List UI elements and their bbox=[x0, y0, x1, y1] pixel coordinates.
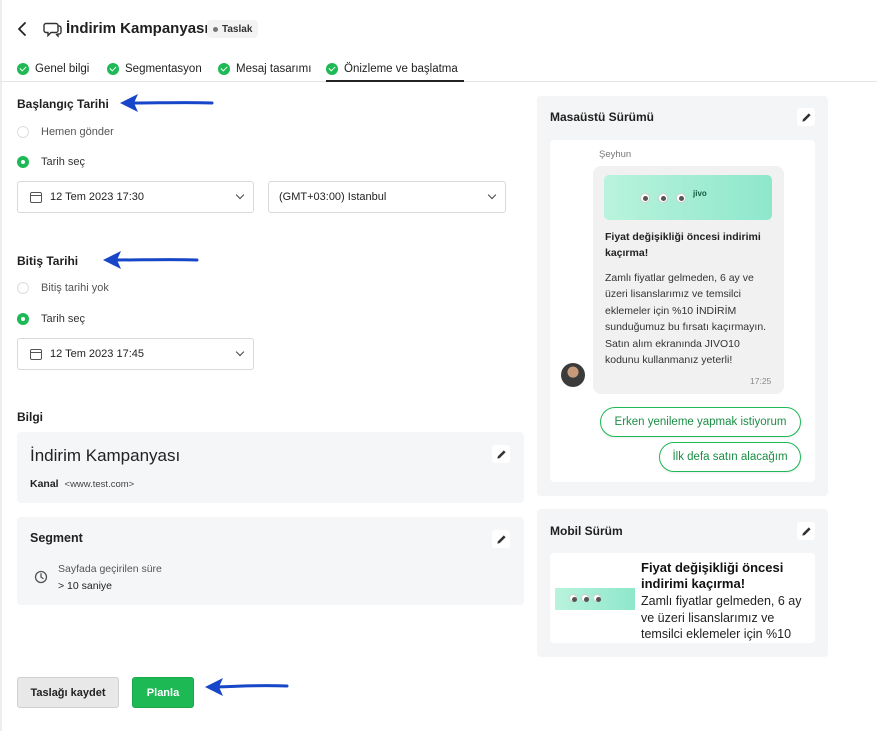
radio-selected-icon bbox=[17, 313, 29, 325]
timezone-select[interactable]: (GMT+03:00) Istanbul bbox=[268, 181, 506, 213]
radio-label: Hemen gönder bbox=[41, 126, 114, 138]
radio-label: Bitiş tarihi yok bbox=[41, 282, 109, 294]
check-circle-icon bbox=[107, 63, 119, 75]
radio-no-end-date[interactable]: Bitiş tarihi yok bbox=[17, 282, 109, 294]
banner-avatar-icon bbox=[658, 193, 668, 203]
edit-desktop-button[interactable] bbox=[797, 108, 815, 126]
tab-label: Önizleme ve başlatma bbox=[344, 62, 458, 75]
info-title: Bilgi bbox=[17, 410, 43, 424]
campaign-name: İndirim Kampanyası bbox=[30, 446, 181, 465]
banner-brand: jivo bbox=[693, 189, 707, 198]
pencil-icon bbox=[496, 449, 506, 459]
desktop-preview-panel: Masaüstü Sürümü Şeyhun jivo Fiyat değişi… bbox=[537, 96, 828, 496]
banner-avatar-icon bbox=[581, 594, 589, 602]
step-tabs: Genel bilgi Segmentasyon Mesaj tasarımı … bbox=[0, 50, 877, 82]
chevron-down-icon bbox=[235, 190, 245, 200]
tab-general-info[interactable]: Genel bilgi bbox=[17, 57, 89, 81]
schedule-button[interactable]: Planla bbox=[132, 677, 194, 708]
message-bubble: jivo Fiyat değişikliği öncesi indirimi k… bbox=[593, 166, 784, 394]
status-dot-icon bbox=[213, 26, 218, 32]
timezone-value: (GMT+03:00) Istanbul bbox=[279, 191, 387, 203]
segment-rule-label: Sayfada geçirilen süre bbox=[58, 563, 162, 575]
pencil-icon bbox=[801, 112, 811, 122]
save-draft-button[interactable]: Taslağı kaydet bbox=[17, 677, 119, 708]
desktop-preview-title: Masaüstü Sürümü bbox=[550, 110, 655, 124]
banner-avatar-icon bbox=[593, 594, 601, 602]
check-circle-icon bbox=[218, 63, 230, 75]
desktop-chat-area: Şeyhun jivo Fiyat değişikliği öncesi ind… bbox=[550, 140, 815, 482]
sender-avatar bbox=[561, 363, 585, 387]
radio-start-select-date[interactable]: Tarih seç bbox=[17, 156, 85, 168]
segment-card: Segment Sayfada geçirilen süre > 10 sani… bbox=[17, 517, 524, 605]
radio-selected-icon bbox=[17, 156, 29, 168]
chat-bubble-icon bbox=[43, 22, 62, 38]
chevron-down-icon bbox=[235, 347, 245, 357]
tab-label: Genel bilgi bbox=[35, 63, 90, 75]
channel-value: <www.test.com> bbox=[64, 479, 135, 490]
start-date-value: 12 Tem 2023 17:30 bbox=[50, 191, 144, 203]
calendar-icon bbox=[30, 191, 42, 203]
back-arrow-icon[interactable] bbox=[14, 18, 32, 40]
channel-row: Kanal <www.test.com> bbox=[30, 478, 134, 490]
calendar-icon bbox=[30, 348, 42, 360]
promo-banner: jivo bbox=[604, 175, 772, 220]
mobile-message-body: Zamlı fiyatlar gelmeden, 6 ay ve üzeri l… bbox=[641, 594, 802, 641]
page-left-border bbox=[0, 0, 2, 731]
banner-avatar-icon bbox=[640, 193, 650, 203]
segment-rule-value: > 10 saniye bbox=[58, 580, 112, 592]
check-circle-icon bbox=[17, 63, 29, 75]
end-date-title: Bitiş Tarihi bbox=[17, 254, 79, 268]
banner-avatar-icon bbox=[676, 193, 686, 203]
status-badge-label: Taslak bbox=[222, 23, 253, 35]
mobile-preview-title: Mobil Sürüm bbox=[550, 524, 623, 538]
annotation-arrow-icon bbox=[205, 678, 289, 696]
end-date-value: 12 Tem 2023 17:45 bbox=[50, 348, 144, 360]
check-circle-icon bbox=[326, 62, 338, 75]
clock-icon bbox=[34, 570, 48, 584]
radio-circle-icon bbox=[17, 126, 29, 138]
radio-end-select-date[interactable]: Tarih seç bbox=[17, 313, 85, 325]
radio-circle-icon bbox=[17, 282, 29, 294]
message-title: Fiyat değişikliği öncesi indirimi kaçırm… bbox=[605, 231, 761, 259]
tab-preview-and-launch[interactable]: Önizleme ve başlatma bbox=[326, 57, 464, 82]
tab-label: Segmentasyon bbox=[125, 63, 202, 75]
sender-name: Şeyhun bbox=[599, 149, 632, 160]
start-date-picker[interactable]: 12 Tem 2023 17:30 bbox=[17, 181, 254, 213]
mobile-preview-panel: Mobil Sürüm Fiyat değişikliği öncesi ind… bbox=[537, 509, 828, 657]
start-date-title: Başlangıç Tarihi bbox=[17, 97, 109, 111]
message-body: Zamlı fiyatlar gelmeden, 6 ay ve üzeri l… bbox=[605, 272, 767, 367]
annotation-arrow-icon bbox=[120, 94, 214, 112]
pencil-icon bbox=[801, 526, 811, 536]
message-time: 17:25 bbox=[750, 376, 772, 386]
annotation-arrow-icon bbox=[103, 251, 199, 269]
radio-send-now[interactable]: Hemen gönder bbox=[17, 126, 114, 138]
pencil-icon bbox=[496, 534, 506, 544]
end-date-picker[interactable]: 12 Tem 2023 17:45 bbox=[17, 338, 254, 370]
mobile-promo-banner bbox=[555, 588, 635, 610]
page-title: İndirim Kampanyası bbox=[66, 20, 209, 37]
tab-label: Mesaj tasarımı bbox=[236, 63, 312, 75]
status-badge: Taslak bbox=[207, 20, 259, 38]
chevron-down-icon bbox=[487, 190, 497, 200]
quick-reply-early-renewal[interactable]: Erken yenileme yapmak istiyorum bbox=[600, 407, 801, 437]
radio-label: Tarih seç bbox=[41, 156, 86, 168]
banner-avatar-icon bbox=[569, 594, 577, 602]
channel-label: Kanal bbox=[30, 478, 59, 490]
mobile-chat-area: Fiyat değişikliği öncesi indirimi kaçırm… bbox=[550, 553, 815, 643]
edit-info-button[interactable] bbox=[492, 445, 510, 463]
edit-mobile-button[interactable] bbox=[797, 522, 815, 540]
tab-segmentation[interactable]: Segmentasyon bbox=[107, 57, 202, 81]
tab-message-design[interactable]: Mesaj tasarımı bbox=[218, 57, 311, 81]
quick-reply-first-purchase[interactable]: İlk defa satın alacağım bbox=[659, 442, 801, 472]
info-card: İndirim Kampanyası Kanal <www.test.com> bbox=[17, 432, 524, 503]
radio-label: Tarih seç bbox=[41, 313, 86, 325]
edit-segment-button[interactable] bbox=[492, 530, 510, 548]
mobile-message-title: Fiyat değişikliği öncesi indirimi kaçırm… bbox=[641, 560, 784, 591]
segment-title: Segment bbox=[30, 531, 83, 545]
